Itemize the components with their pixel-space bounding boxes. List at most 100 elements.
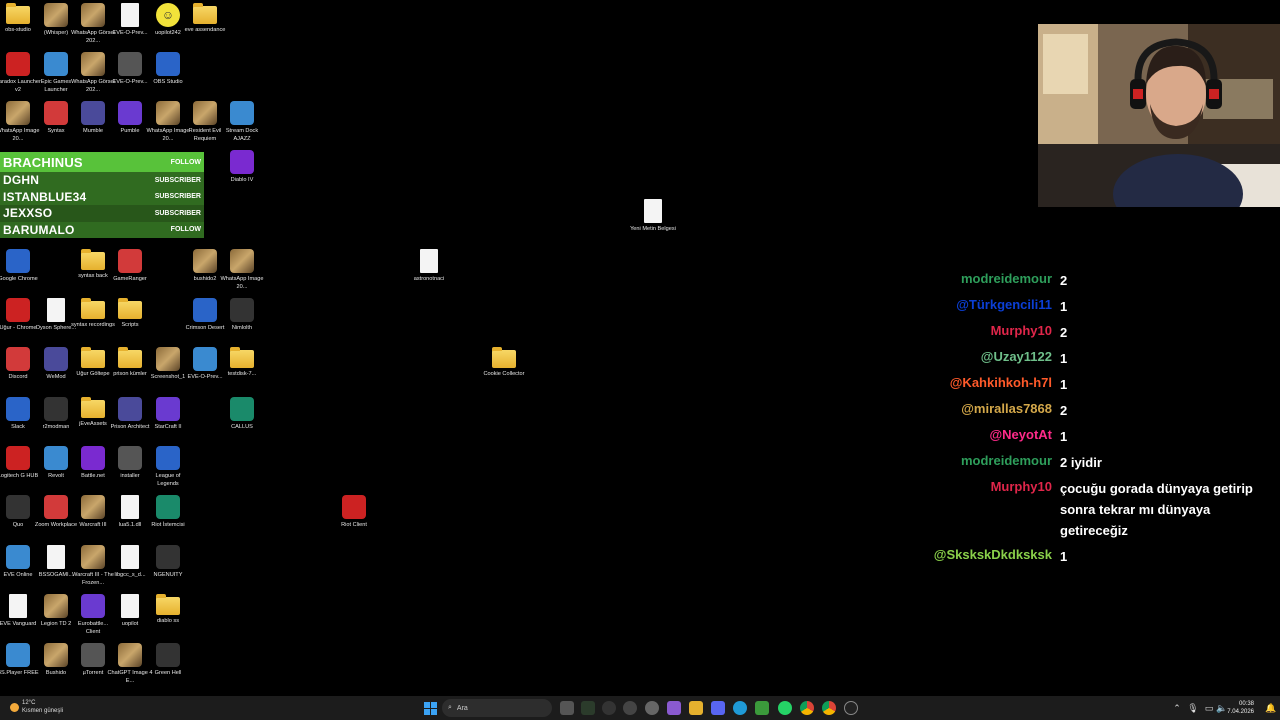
desktop-icon-label: Syntax bbox=[47, 128, 65, 134]
desktop-icon-label: lua5.1.dll bbox=[118, 522, 142, 528]
app-icon bbox=[118, 446, 142, 470]
desktop-icon-callus[interactable]: CALLUS bbox=[219, 397, 265, 431]
desktop-icon-whatsapp-image-20[interactable]: WhatsApp Image 20... bbox=[219, 249, 265, 291]
app-icon bbox=[6, 545, 30, 569]
desktop-icon-ngenuity[interactable]: NGENUITY bbox=[145, 545, 191, 579]
overlay-row: DGHN SUBSCRIBER bbox=[0, 172, 204, 189]
desktop-icon-nimlolth[interactable]: Nimlolth bbox=[219, 298, 265, 332]
app-icon bbox=[44, 101, 68, 125]
desktop-icon-label: Pumble bbox=[120, 128, 140, 134]
image-icon bbox=[193, 249, 217, 273]
desktop-icon-label: EVE-O-Prev... bbox=[187, 374, 223, 380]
chrome-icon[interactable] bbox=[800, 701, 814, 715]
desktop-icon-label: StarCraft II bbox=[154, 424, 182, 430]
desktop-icon-label: Battle.net bbox=[81, 473, 105, 479]
start-windows-icon[interactable] bbox=[423, 701, 437, 715]
app-shortcut-icon[interactable] bbox=[623, 701, 637, 715]
taskbar-search-box[interactable]: ⌕ Ara bbox=[442, 699, 552, 717]
file-explorer-icon[interactable] bbox=[689, 701, 703, 715]
desktop-icon-label: jEveAssets bbox=[79, 421, 107, 427]
desktop-icon-riot-i-stemcisi[interactable]: Riot İstemcisi bbox=[145, 495, 191, 529]
app-icon bbox=[156, 397, 180, 421]
desktop-icon-testdisk-7[interactable]: testdisk-7... bbox=[219, 347, 265, 378]
desktop-icon-label: Slack bbox=[11, 424, 25, 430]
edge-icon[interactable] bbox=[733, 701, 747, 715]
notification-bell-icon[interactable]: 🔔 bbox=[1264, 701, 1278, 715]
chat-message: Murphy10 çocuğu gorada dünyaya getirip so… bbox=[880, 478, 1280, 541]
stream-follower-overlay: BRACHINUS FOLLOW DGHN SUBSCRIBER ISTANBLUE34… bbox=[0, 152, 204, 238]
folder-icon bbox=[118, 347, 142, 368]
app-shortcut-icon[interactable] bbox=[755, 701, 769, 715]
image-icon bbox=[81, 3, 105, 27]
weather-widget[interactable]: 12°C Kısmen güneşli bbox=[10, 699, 63, 715]
network-icon[interactable]: ▭ bbox=[1202, 701, 1216, 715]
desktop-icon-google-chrome[interactable]: Google Chrome bbox=[0, 249, 41, 283]
desktop-icon-label: Uğur - Chrome bbox=[0, 325, 37, 331]
webcam-feed bbox=[1038, 24, 1280, 207]
overlay-username: BRACHINUS bbox=[3, 154, 83, 170]
chat-message: @Kahkihkoh-h7l 1 bbox=[880, 374, 1280, 395]
desktop-icon-eve-assendance[interactable]: eve assendance bbox=[182, 3, 228, 34]
desktop-icon-riot-client[interactable]: Riot Client bbox=[331, 495, 377, 529]
desktop-icon-league-of-legends[interactable]: League of Legends bbox=[145, 446, 191, 488]
desktop-icon-diablo-ss[interactable]: diablo ss bbox=[145, 594, 191, 625]
chat-username: Murphy10 bbox=[990, 479, 1052, 494]
desktop-icon-cookie-collector[interactable]: Cookie Collector bbox=[481, 347, 527, 378]
chat-text: 1 bbox=[1060, 351, 1068, 366]
desktop-icon-label: WhatsApp Image 20... bbox=[220, 276, 264, 290]
weather-sun-icon bbox=[10, 702, 19, 712]
file-icon bbox=[47, 545, 65, 569]
overlay-username: JEXXSO bbox=[3, 206, 53, 221]
desktop-icon-green-hell[interactable]: Green Hell bbox=[145, 643, 191, 677]
desktop-icon-label: µTorrent bbox=[82, 670, 104, 676]
app-icon bbox=[118, 52, 142, 76]
desktop-icon-label: eve assendance bbox=[184, 27, 226, 33]
obs-icon[interactable] bbox=[602, 701, 616, 715]
image-icon bbox=[230, 249, 254, 273]
desktop-icon-gameranger[interactable]: GameRanger bbox=[107, 249, 153, 283]
app-icon bbox=[44, 397, 68, 421]
app-shortcut-icon[interactable] bbox=[645, 701, 659, 715]
desktop-icon-obs-studio[interactable]: OBS Studio bbox=[145, 52, 191, 86]
app-icon bbox=[6, 495, 30, 519]
desktop-icon-label: Quo bbox=[12, 522, 24, 528]
desktop-icon-label: astronotnaci bbox=[413, 276, 445, 282]
app-icon bbox=[6, 643, 30, 667]
desktop-icon-yeni-metin-belgesi[interactable]: Yeni Metin Belgesi bbox=[630, 199, 676, 233]
media-player-icon[interactable] bbox=[844, 701, 858, 715]
desktop-icon-label: Uğur Göltepe bbox=[76, 371, 110, 377]
search-placeholder: Ara bbox=[456, 704, 468, 712]
desktop-icon-starcraft-ii[interactable]: StarCraft II bbox=[145, 397, 191, 431]
app-icon bbox=[230, 298, 254, 322]
chat-text: 1 bbox=[1060, 377, 1068, 392]
desktop-icon-scripts[interactable]: Scripts bbox=[107, 298, 153, 329]
desktop-icon-label: Stream Dock AJAZZ bbox=[225, 128, 259, 142]
app-icon bbox=[81, 643, 105, 667]
chat-text: 1 bbox=[1060, 549, 1068, 564]
chevron-up-icon[interactable]: ⌃ bbox=[1170, 701, 1184, 715]
taskbar-clock[interactable]: 00:38 7.04.2026 bbox=[1227, 700, 1254, 716]
file-icon bbox=[121, 594, 139, 618]
chat-username: @mirallas7868 bbox=[961, 401, 1052, 416]
desktop-icon-label: syntax back bbox=[78, 273, 108, 279]
desktop-icon-label: OBS Studio bbox=[153, 79, 183, 85]
desktop-icon-astronotnaci[interactable]: astronotnaci bbox=[406, 249, 452, 283]
microphone-icon[interactable]: 🎙 bbox=[1186, 701, 1200, 715]
chrome-profile-icon[interactable] bbox=[822, 701, 836, 715]
file-icon bbox=[420, 249, 438, 273]
task-view-icon[interactable] bbox=[560, 701, 574, 715]
app-shortcut-icon[interactable] bbox=[581, 701, 595, 715]
app-icon bbox=[6, 397, 30, 421]
desktop-icon-label: Nimlolth bbox=[231, 325, 253, 331]
desktop-icon-label: Legion TD 2 bbox=[40, 621, 72, 627]
desktop-icon-label: League of Legends bbox=[155, 473, 181, 487]
desktop-icon-label: Riot Client bbox=[341, 522, 367, 528]
discord-icon[interactable] bbox=[711, 701, 725, 715]
app-shortcut-icon[interactable] bbox=[667, 701, 681, 715]
desktop-icon-stream-dock-ajazz[interactable]: Stream Dock AJAZZ bbox=[219, 101, 265, 143]
chat-username: @SkskskDkdksksk bbox=[933, 547, 1052, 562]
app-icon bbox=[230, 397, 254, 421]
desktop-icon-diablo-iv[interactable]: Diablo IV bbox=[219, 150, 265, 184]
folder-icon bbox=[118, 298, 142, 319]
whatsapp-icon[interactable] bbox=[778, 701, 792, 715]
